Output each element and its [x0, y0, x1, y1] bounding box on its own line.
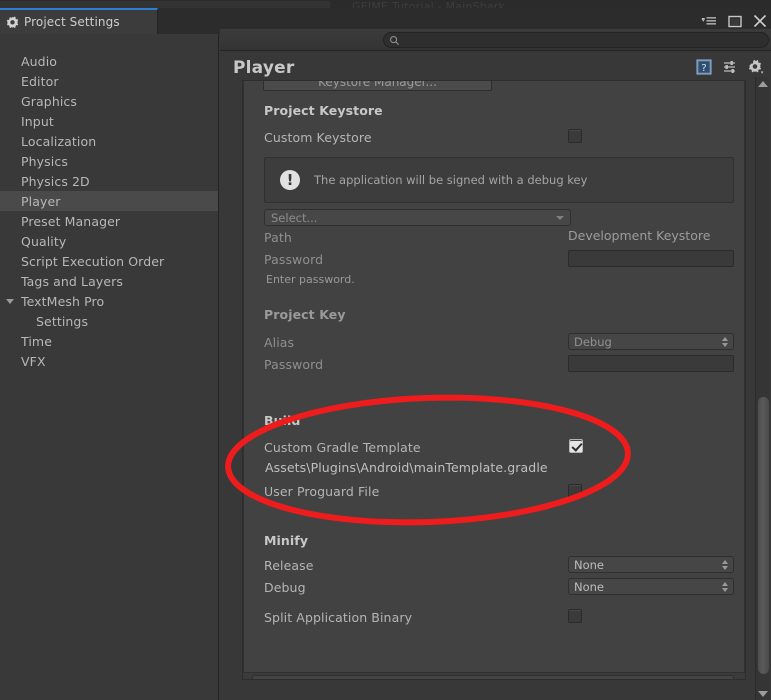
- minify-debug-value: None: [574, 579, 605, 594]
- split-application-binary-checkbox[interactable]: [568, 609, 582, 623]
- minify-heading: Minify: [264, 532, 309, 548]
- close-icon[interactable]: [753, 14, 767, 28]
- help-book-icon[interactable]: ?: [696, 59, 712, 75]
- sidebar-item-localization[interactable]: Localization: [0, 131, 218, 151]
- stepper-icon: [722, 559, 728, 570]
- project-key-heading: Project Key: [264, 306, 346, 322]
- minify-release-label: Release: [264, 557, 314, 573]
- sidebar-item-label: Settings: [36, 313, 89, 329]
- sidebar-item-editor[interactable]: Editor: [0, 71, 218, 91]
- sidebar-item-textmesh-pro[interactable]: TextMesh Pro: [0, 291, 218, 311]
- android-settings-group: Keystore Manager... Project Keystore Cus…: [243, 81, 745, 673]
- sidebar-item-label: Localization: [21, 133, 97, 149]
- minify-release-dropdown[interactable]: None: [568, 556, 734, 573]
- sidebar-item-label: TextMesh Pro: [21, 293, 105, 309]
- sidebar-item-label: Preset Manager: [21, 213, 121, 229]
- gradle-template-path: Assets\Plugins\Android\mainTemplate.grad…: [265, 460, 548, 475]
- preset-sliders-icon[interactable]: [722, 59, 738, 75]
- page-title: Player: [233, 58, 295, 78]
- keystore-select-dropdown[interactable]: Select...: [264, 209, 571, 226]
- key-alias-dropdown[interactable]: Debug: [568, 333, 734, 350]
- chevron-down-icon[interactable]: [6, 298, 14, 304]
- keystore-select-label: Select...: [271, 210, 318, 225]
- debug-key-help-box: ! The application will be signed with a …: [264, 157, 734, 203]
- sidebar-item-label: Quality: [21, 233, 67, 249]
- search-icon: [390, 35, 400, 45]
- info-circle-icon: !: [280, 170, 300, 190]
- sidebar-item-settings[interactable]: Settings: [0, 311, 218, 331]
- sidebar-item-player[interactable]: Player: [0, 191, 218, 211]
- player-settings-panel: Player ? Keystore Manager... Project Key…: [220, 51, 771, 700]
- sidebar-item-label: Graphics: [21, 93, 78, 109]
- sidebar-item-label: Physics 2D: [21, 173, 90, 189]
- key-password-label: Password: [264, 356, 324, 372]
- minify-release-value: None: [574, 557, 605, 572]
- xr-settings-foldout[interactable]: XR Settings: [252, 675, 734, 679]
- custom-keystore-label: Custom Keystore: [264, 129, 372, 145]
- settings-scroll-area[interactable]: Keystore Manager... Project Keystore Cus…: [242, 80, 746, 680]
- key-alias-label: Alias: [264, 334, 295, 350]
- tab-label: Project Settings: [24, 15, 120, 29]
- sidebar-item-label: Physics: [21, 153, 68, 169]
- custom-gradle-template-label: Custom Gradle Template: [264, 439, 421, 455]
- scroll-down-icon[interactable]: [756, 687, 770, 700]
- sidebar-item-quality[interactable]: Quality: [0, 231, 218, 251]
- stepper-icon: [722, 336, 728, 347]
- sidebar-item-input[interactable]: Input: [0, 111, 218, 131]
- sidebar-item-tags-and-layers[interactable]: Tags and Layers: [0, 271, 218, 291]
- panel-header-icons: ?: [696, 59, 765, 75]
- sidebar-item-label: VFX: [21, 353, 46, 369]
- sidebar-item-label: Script Execution Order: [21, 253, 165, 269]
- custom-gradle-template-checkbox[interactable]: [569, 439, 583, 453]
- minify-debug-label: Debug: [264, 579, 306, 595]
- sidebar-item-label: Input: [21, 113, 54, 129]
- sidebar-item-label: Audio: [21, 53, 58, 69]
- sidebar-item-preset-manager[interactable]: Preset Manager: [0, 211, 218, 231]
- svg-text:?: ?: [701, 63, 706, 74]
- gear-icon: [6, 15, 19, 29]
- sidebar-item-graphics[interactable]: Graphics: [0, 91, 218, 111]
- keystore-password-label: Password: [264, 251, 324, 267]
- password-hint: Enter password.: [266, 273, 355, 286]
- user-proguard-file-checkbox[interactable]: [568, 484, 582, 498]
- project-keystore-heading: Project Keystore: [264, 102, 383, 118]
- menu-icon[interactable]: [701, 15, 717, 27]
- custom-keystore-checkbox[interactable]: [568, 129, 582, 143]
- keystore-manager-button[interactable]: Keystore Manager...: [263, 81, 492, 91]
- sidebar-item-label: Time: [21, 333, 52, 349]
- sidebar-item-label: Player: [21, 193, 61, 209]
- sidebar-item-physics-2d[interactable]: Physics 2D: [0, 171, 218, 191]
- tab-project-settings[interactable]: Project Settings: [0, 8, 158, 34]
- sidebar-item-time[interactable]: Time: [0, 331, 218, 351]
- sidebar-item-audio[interactable]: Audio: [0, 51, 218, 71]
- stepper-icon: [722, 581, 728, 592]
- keystore-path-value: Development Keystore: [568, 228, 711, 243]
- maximize-icon[interactable]: [728, 15, 742, 28]
- search-input[interactable]: [383, 32, 769, 48]
- search-row: [220, 29, 771, 51]
- key-alias-value: Debug: [574, 334, 612, 349]
- settings-sidebar[interactable]: Audio Editor Graphics Input Localization…: [0, 34, 219, 700]
- user-proguard-file-label: User Proguard File: [264, 483, 380, 499]
- sidebar-item-script-execution-order[interactable]: Script Execution Order: [0, 251, 218, 271]
- scrollbar-thumb[interactable]: [758, 397, 769, 674]
- scroll-up-icon[interactable]: [756, 77, 770, 90]
- sidebar-item-label: Editor: [21, 73, 59, 89]
- gear-dropdown-icon[interactable]: [748, 59, 765, 75]
- minify-debug-dropdown[interactable]: None: [568, 578, 734, 595]
- vertical-scrollbar[interactable]: [755, 77, 769, 700]
- help-message: The application will be signed with a de…: [314, 173, 588, 187]
- chevron-down-icon: [556, 215, 564, 220]
- keystore-path-label: Path: [264, 229, 292, 245]
- sidebar-item-physics[interactable]: Physics: [0, 151, 218, 171]
- build-heading: Build: [264, 412, 301, 428]
- split-application-binary-label: Split Application Binary: [264, 609, 413, 625]
- key-password-field[interactable]: [568, 355, 734, 372]
- sidebar-item-label: Tags and Layers: [21, 273, 124, 289]
- keystore-password-field[interactable]: [568, 250, 734, 267]
- sidebar-item-vfx[interactable]: VFX: [0, 351, 218, 371]
